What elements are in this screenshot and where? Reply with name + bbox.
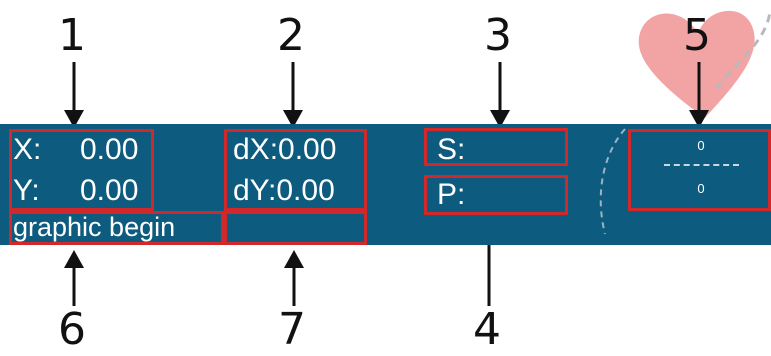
scale-box <box>628 129 771 211</box>
message-box <box>9 211 224 245</box>
callout-number-4: 4 <box>473 304 501 355</box>
coordinates-box <box>9 129 154 211</box>
dashed-decoration <box>599 128 626 235</box>
callout-number-3: 3 <box>484 10 512 61</box>
callout-number-2: 2 <box>277 10 305 61</box>
callout-arrow-2 <box>283 62 303 128</box>
status-bar: X: 0.00 Y: 0.00 dX:0.00 dY:0.00 S: P: 0 … <box>0 124 771 245</box>
callout-arrow-5 <box>689 62 709 128</box>
callout-number-1: 1 <box>58 10 86 61</box>
callout-arrow-6 <box>64 250 84 306</box>
callout-number-5: 5 <box>683 10 711 61</box>
p-field-box[interactable] <box>424 175 568 215</box>
relative-coordinates-box <box>224 129 367 211</box>
s-field-box[interactable] <box>424 128 568 166</box>
extra-status-box <box>224 211 367 245</box>
callout-arrow-1 <box>64 62 84 128</box>
callout-number-7: 7 <box>278 304 306 355</box>
callout-arrow-7 <box>284 250 304 306</box>
callout-arrow-3 <box>490 62 510 128</box>
callout-number-6: 6 <box>58 304 86 355</box>
